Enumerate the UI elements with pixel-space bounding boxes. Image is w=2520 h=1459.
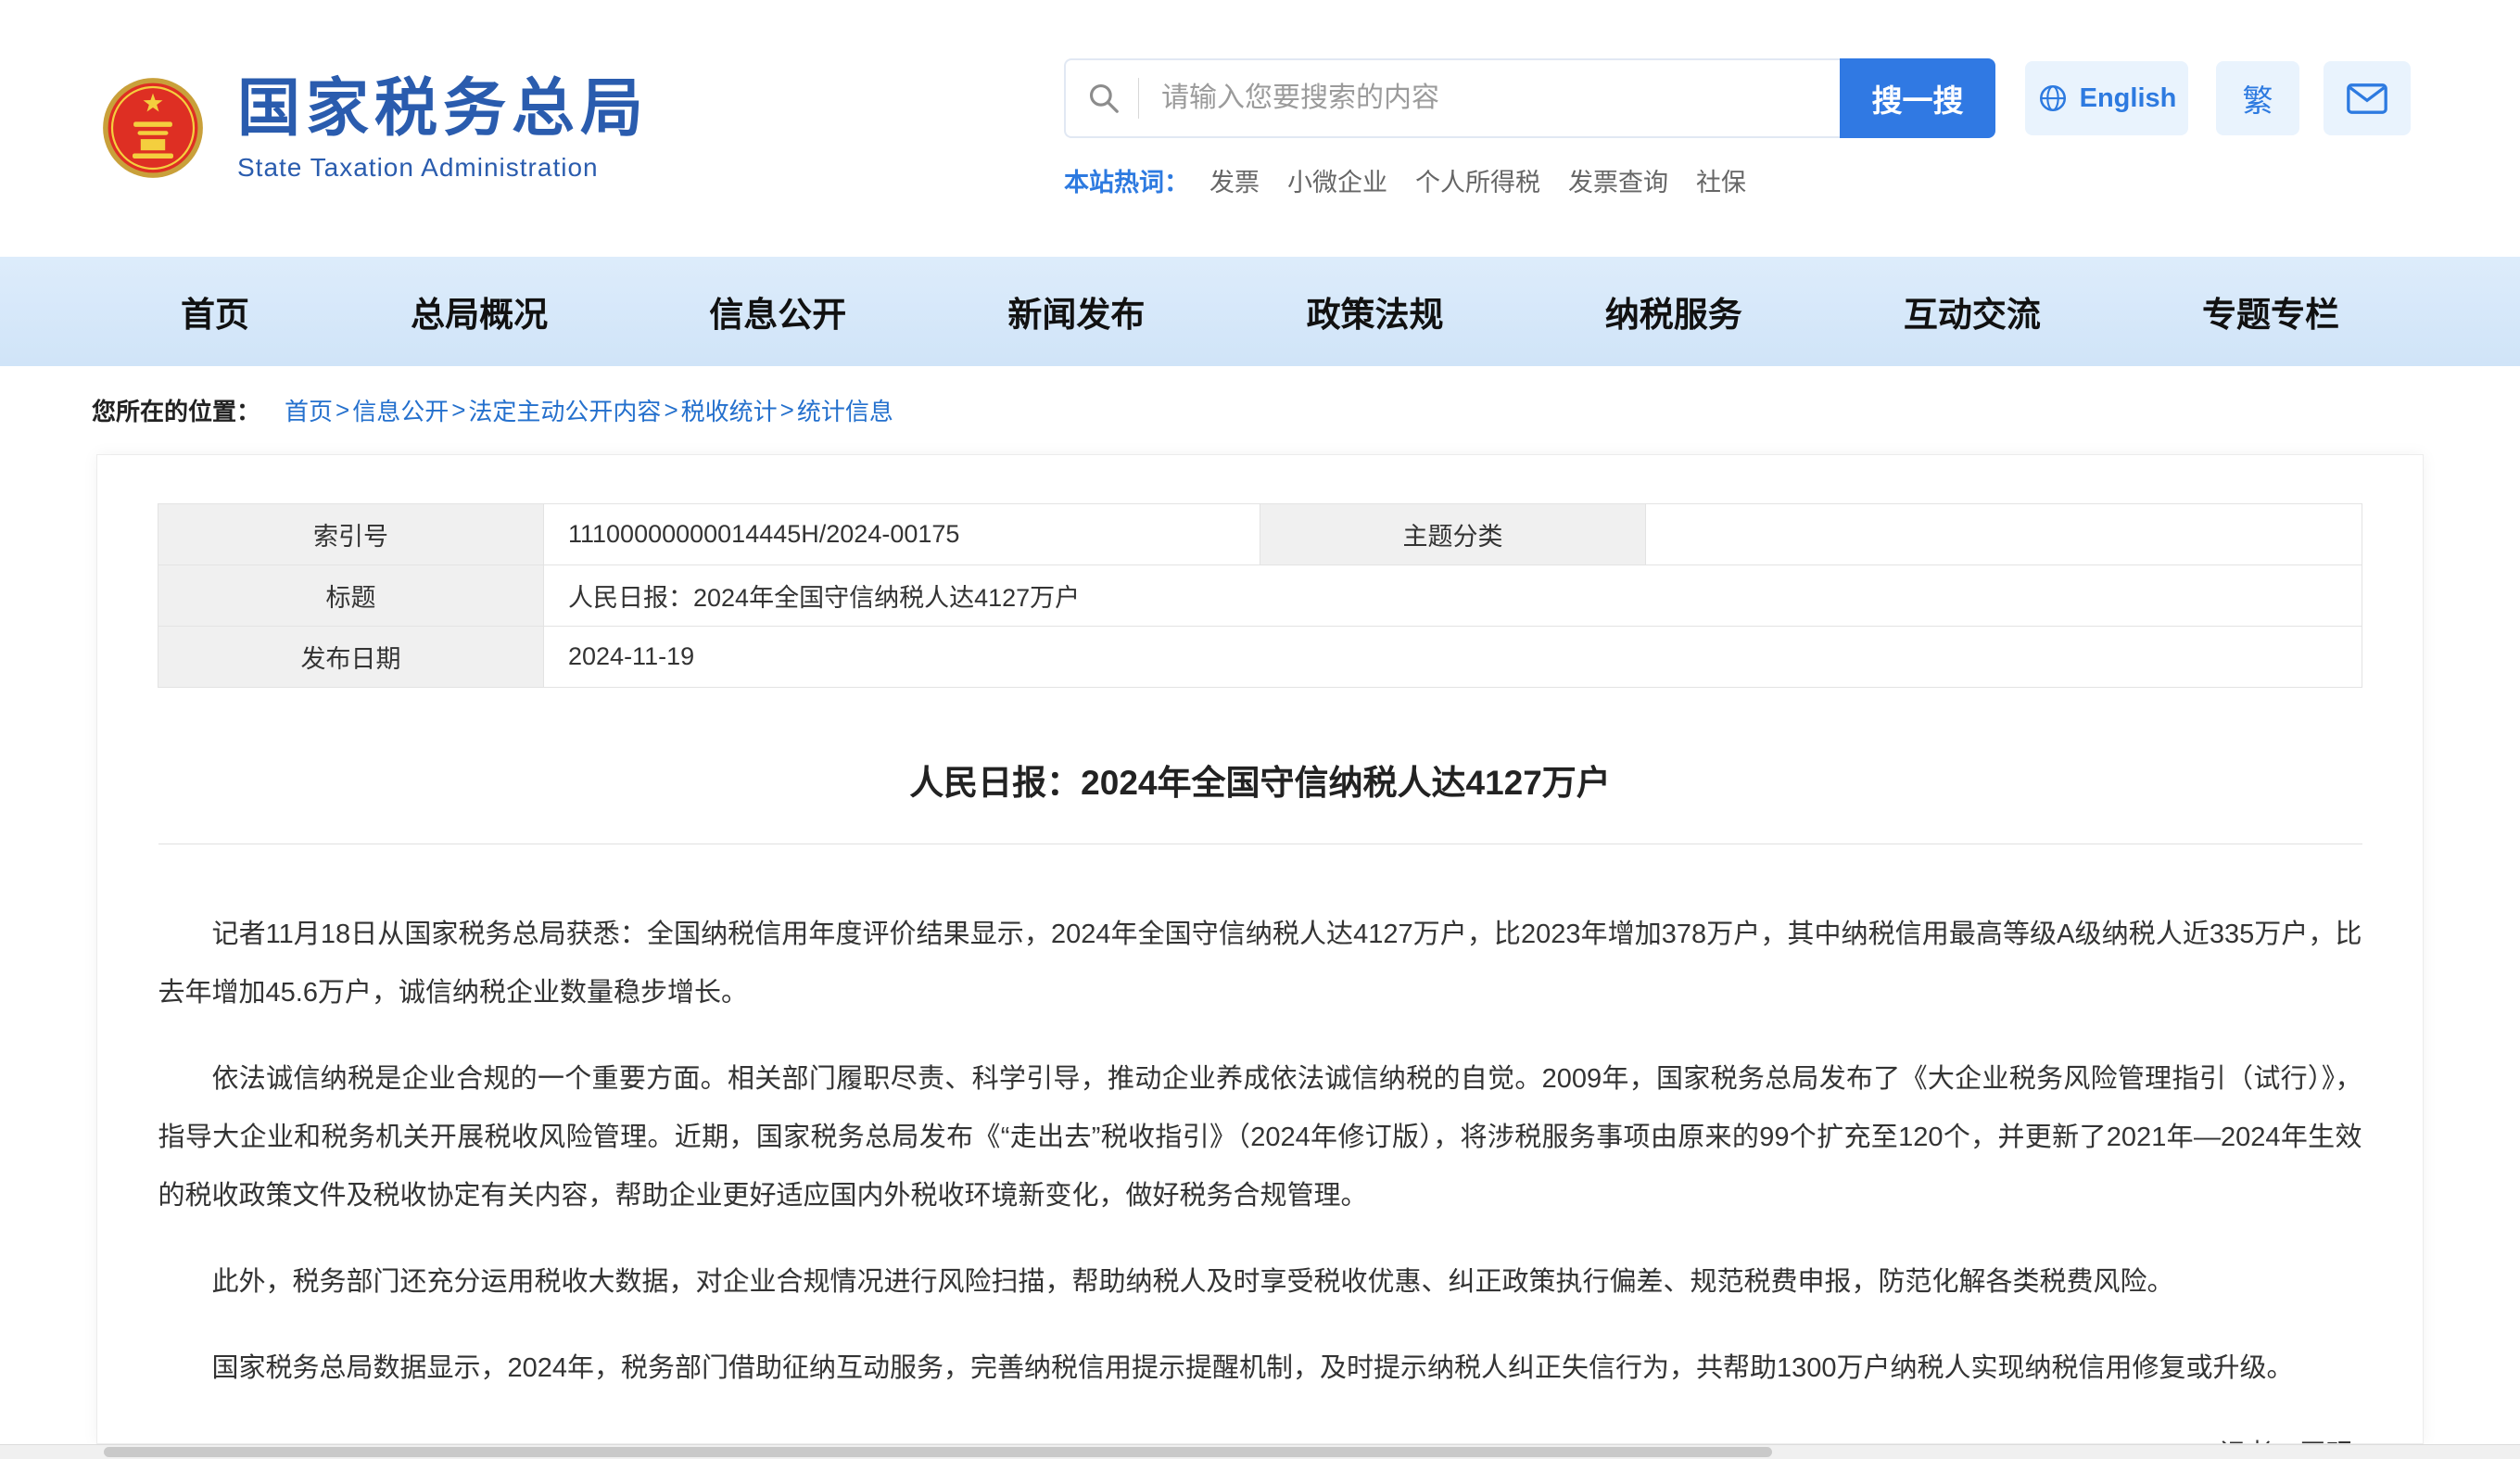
english-button[interactable]: English <box>2025 61 2188 135</box>
nav-item-special-topics[interactable]: 专题专栏 <box>2202 286 2339 336</box>
nav-item-home[interactable]: 首页 <box>181 286 249 336</box>
main-nav: 首页 总局概况 信息公开 新闻发布 政策法规 纳税服务 互动交流 专题专栏 <box>0 257 2520 366</box>
hot-word-social-security[interactable]: 社保 <box>1696 162 1746 198</box>
document-meta-table: 索引号 11100000000014445H/2024-00175 主题分类 标… <box>158 503 2362 688</box>
site-title: 国家税务总局 <box>237 74 649 144</box>
meta-label-date: 发布日期 <box>158 627 544 688</box>
traditional-chinese-button[interactable]: 繁 <box>2216 61 2299 135</box>
breadcrumb-separator: > <box>780 396 794 425</box>
meta-label-index: 索引号 <box>158 504 544 565</box>
meta-value-category <box>1646 504 2362 565</box>
search-box: 搜一搜 <box>1064 58 1995 138</box>
breadcrumb-statistical-info[interactable]: 统计信息 <box>797 393 893 427</box>
meta-value-index: 11100000000014445H/2024-00175 <box>544 504 1260 565</box>
meta-label-category: 主题分类 <box>1260 504 1646 565</box>
search-input[interactable] <box>1161 82 1819 114</box>
hot-words-row: 本站热词： 发票 小微企业 个人所得税 发票查询 社保 <box>1064 162 2411 198</box>
mail-button[interactable] <box>2324 61 2411 135</box>
nav-item-policies[interactable]: 政策法规 <box>1307 286 1444 336</box>
article-paragraph: 记者11月18日从国家税务总局获悉：全国纳税信用年度评价结果显示，2024年全国… <box>158 906 2362 1022</box>
article-byline: (记者：王观) <box>158 1426 2362 1444</box>
site-subtitle: State Taxation Administration <box>237 153 649 183</box>
national-emblem-icon <box>102 77 204 179</box>
meta-value-date: 2024-11-19 <box>544 627 2362 688</box>
search-input-wrap <box>1064 58 1840 138</box>
meta-label-title: 标题 <box>158 565 544 627</box>
hot-word-small-business[interactable]: 小微企业 <box>1287 162 1387 198</box>
nav-item-interaction[interactable]: 互动交流 <box>1904 286 2041 336</box>
mail-icon <box>2347 83 2387 114</box>
search-icon <box>1086 81 1121 116</box>
content-card: 索引号 11100000000014445H/2024-00175 主题分类 标… <box>96 454 2424 1444</box>
breadcrumb-separator: > <box>664 396 677 425</box>
english-label: English <box>2080 83 2177 114</box>
article-paragraph: 依法诚信纳税是企业合规的一个重要方面。相关部门履职尽责、科学引导，推动企业养成依… <box>158 1050 2362 1225</box>
breadcrumb: 您所在的位置： 首页 > 信息公开 > 法定主动公开内容 > 税收统计 > 统计… <box>0 366 2520 454</box>
nav-item-overview[interactable]: 总局概况 <box>411 286 548 336</box>
article-title: 人民日报：2024年全国守信纳税人达4127万户 <box>97 755 2423 805</box>
header-top-row: 搜一搜 English 繁 <box>1064 58 2411 138</box>
meta-row-index-category: 索引号 11100000000014445H/2024-00175 主题分类 <box>158 504 2362 565</box>
meta-row-date: 发布日期 2024-11-19 <box>158 627 2362 688</box>
breadcrumb-home[interactable]: 首页 <box>285 393 333 427</box>
nav-item-tax-services[interactable]: 纳税服务 <box>1605 286 1742 336</box>
nav-item-info-disclosure[interactable]: 信息公开 <box>709 286 846 336</box>
horizontal-scrollbar-thumb[interactable] <box>104 1447 1772 1457</box>
meta-row-title: 标题 人民日报：2024年全国守信纳税人达4127万户 <box>158 565 2362 627</box>
header-right: 搜一搜 English 繁 本站热词： <box>1064 58 2411 198</box>
hot-word-invoice-query[interactable]: 发票查询 <box>1568 162 1668 198</box>
search-divider <box>1138 78 1139 119</box>
hot-word-invoice[interactable]: 发票 <box>1209 162 1260 198</box>
breadcrumb-tax-statistics[interactable]: 税收统计 <box>681 393 778 427</box>
search-button[interactable]: 搜一搜 <box>1840 58 1995 138</box>
site-logo[interactable]: 国家税务总局 State Taxation Administration <box>102 74 649 183</box>
brand-text: 国家税务总局 State Taxation Administration <box>237 74 649 183</box>
breadcrumb-statutory-content[interactable]: 法定主动公开内容 <box>468 393 661 427</box>
article-paragraph: 国家税务总局数据显示，2024年，税务部门借助征纳互动服务，完善纳税信用提示提醒… <box>158 1339 2362 1398</box>
breadcrumb-separator: > <box>336 396 349 425</box>
hot-word-personal-income-tax[interactable]: 个人所得税 <box>1415 162 1540 198</box>
globe-icon <box>2037 82 2069 114</box>
hot-words-label: 本站热词： <box>1064 162 1189 198</box>
breadcrumb-separator: > <box>451 396 465 425</box>
article-paragraph: 此外，税务部门还充分运用税收大数据，对企业合规情况进行风险扫描，帮助纳税人及时享… <box>158 1253 2362 1312</box>
article-body: 记者11月18日从国家税务总局获悉：全国纳税信用年度评价结果显示，2024年全国… <box>158 906 2362 1444</box>
nav-item-news[interactable]: 新闻发布 <box>1007 286 1145 336</box>
site-header: 国家税务总局 State Taxation Administration 搜一搜 <box>0 0 2520 257</box>
meta-value-title: 人民日报：2024年全国守信纳税人达4127万户 <box>544 565 2362 627</box>
breadcrumb-info-disclosure[interactable]: 信息公开 <box>352 393 449 427</box>
horizontal-scrollbar-track[interactable] <box>0 1444 2520 1459</box>
breadcrumb-label: 您所在的位置： <box>92 393 260 427</box>
traditional-label: 繁 <box>2243 76 2273 121</box>
